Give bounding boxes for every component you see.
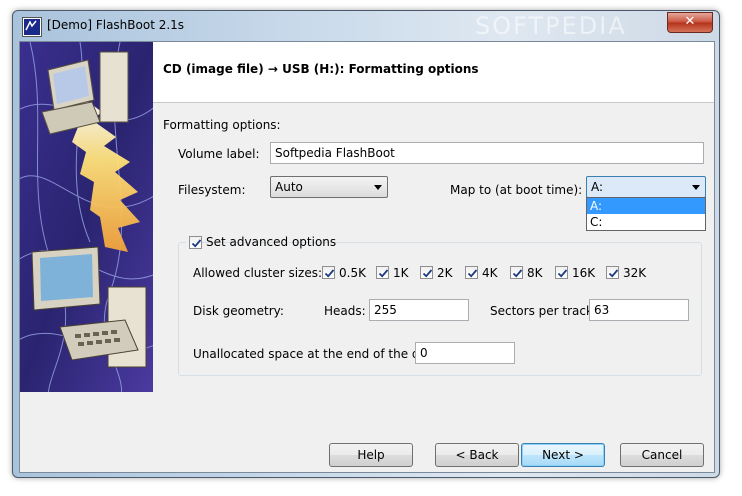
cluster-size-option[interactable]: 4K — [465, 265, 505, 281]
close-icon: ✕ — [684, 14, 696, 29]
disk-geometry-label: Disk geometry: — [193, 304, 284, 318]
wizard-header: CD (image file) → USB (H:): Formatting o… — [153, 42, 714, 103]
unallocated-space-label: Unallocated space at the end of the disk… — [193, 347, 441, 361]
help-button[interactable]: Help — [329, 443, 413, 467]
wizard-client-area: CD (image file) → USB (H:): Formatting o… — [19, 41, 715, 473]
sectors-per-track-input[interactable]: 63 — [589, 299, 689, 321]
cluster-size-label: 16K — [572, 266, 596, 280]
cluster-size-checkbox[interactable] — [376, 266, 389, 279]
back-button[interactable]: < Back — [435, 443, 519, 467]
advanced-options-checkbox[interactable] — [189, 236, 202, 249]
sectors-per-track-label: Sectors per track: — [490, 304, 597, 318]
map-to-value: A: — [591, 180, 604, 194]
checkmark-icon — [324, 269, 335, 278]
section-label: Formatting options: — [163, 118, 281, 132]
advanced-options-label: Set advanced options — [206, 235, 337, 249]
checkmark-icon — [512, 269, 523, 278]
cancel-button[interactable]: Cancel — [620, 443, 704, 467]
cluster-size-option[interactable]: 2K — [420, 265, 460, 281]
advanced-options-toggle[interactable]: Set advanced options — [186, 234, 336, 252]
volume-label-input[interactable]: Softpedia FlashBoot — [270, 142, 704, 164]
flashboot-app-icon[interactable] — [22, 17, 42, 37]
cluster-size-checkbox[interactable] — [606, 266, 619, 279]
map-to-option-a[interactable]: A: — [587, 198, 705, 214]
heads-label: Heads: — [324, 304, 366, 318]
filesystem-label: Filesystem: — [178, 183, 246, 197]
cluster-size-label: 1K — [393, 266, 409, 280]
cluster-size-label: 2K — [437, 266, 453, 280]
window-title: [Demo] FlashBoot 2.1s — [47, 18, 185, 32]
cluster-size-option[interactable]: 16K — [555, 265, 601, 281]
cluster-size-label: 32K — [623, 266, 647, 280]
checkmark-icon — [608, 269, 619, 278]
cluster-size-label: 0.5K — [339, 266, 366, 280]
app-window: [Demo] FlashBoot 2.1s SOFTPEDIA ✕ CD (im… — [12, 10, 720, 478]
cluster-size-checkbox[interactable] — [420, 266, 433, 279]
checkmark-icon — [467, 269, 478, 278]
map-to-select[interactable]: A: — [586, 176, 706, 198]
cluster-size-option[interactable]: 1K — [376, 265, 416, 281]
cluster-size-checkbox[interactable] — [555, 266, 568, 279]
cluster-size-option[interactable]: 32K — [606, 265, 652, 281]
checkmark-icon — [191, 239, 202, 248]
chevron-down-icon — [374, 185, 382, 190]
cluster-size-option[interactable]: 0.5K — [322, 265, 372, 281]
volume-label-label: Volume label: — [178, 147, 260, 161]
title-bar[interactable]: [Demo] FlashBoot 2.1s SOFTPEDIA ✕ — [13, 11, 719, 41]
cluster-sizes-label: Allowed cluster sizes: — [193, 266, 323, 280]
filesystem-value: Auto — [275, 180, 303, 194]
cluster-size-checkbox[interactable] — [465, 266, 478, 279]
cluster-size-label: 8K — [527, 266, 543, 280]
map-to-option-c[interactable]: C: — [587, 214, 705, 230]
softpedia-watermark: SOFTPEDIA — [475, 12, 627, 40]
wizard-side-illustration — [20, 42, 153, 392]
map-to-dropdown-list: A: C: — [586, 197, 706, 231]
page-title: CD (image file) → USB (H:): Formatting o… — [163, 62, 479, 76]
filesystem-select[interactable]: Auto — [270, 176, 388, 198]
map-to-label: Map to (at boot time): — [450, 183, 583, 197]
chevron-down-icon — [692, 185, 700, 190]
cluster-size-label: 4K — [482, 266, 498, 280]
cluster-size-option[interactable]: 8K — [510, 265, 550, 281]
cluster-size-checkbox[interactable] — [510, 266, 523, 279]
heads-input[interactable]: 255 — [369, 299, 469, 321]
checkmark-icon — [557, 269, 568, 278]
close-button[interactable]: ✕ — [667, 12, 713, 33]
checkmark-icon — [378, 269, 389, 278]
unallocated-space-input[interactable]: 0 — [415, 342, 515, 364]
next-button[interactable]: Next > — [521, 443, 605, 467]
checkmark-icon — [422, 269, 433, 278]
cluster-size-checkbox[interactable] — [322, 266, 335, 279]
